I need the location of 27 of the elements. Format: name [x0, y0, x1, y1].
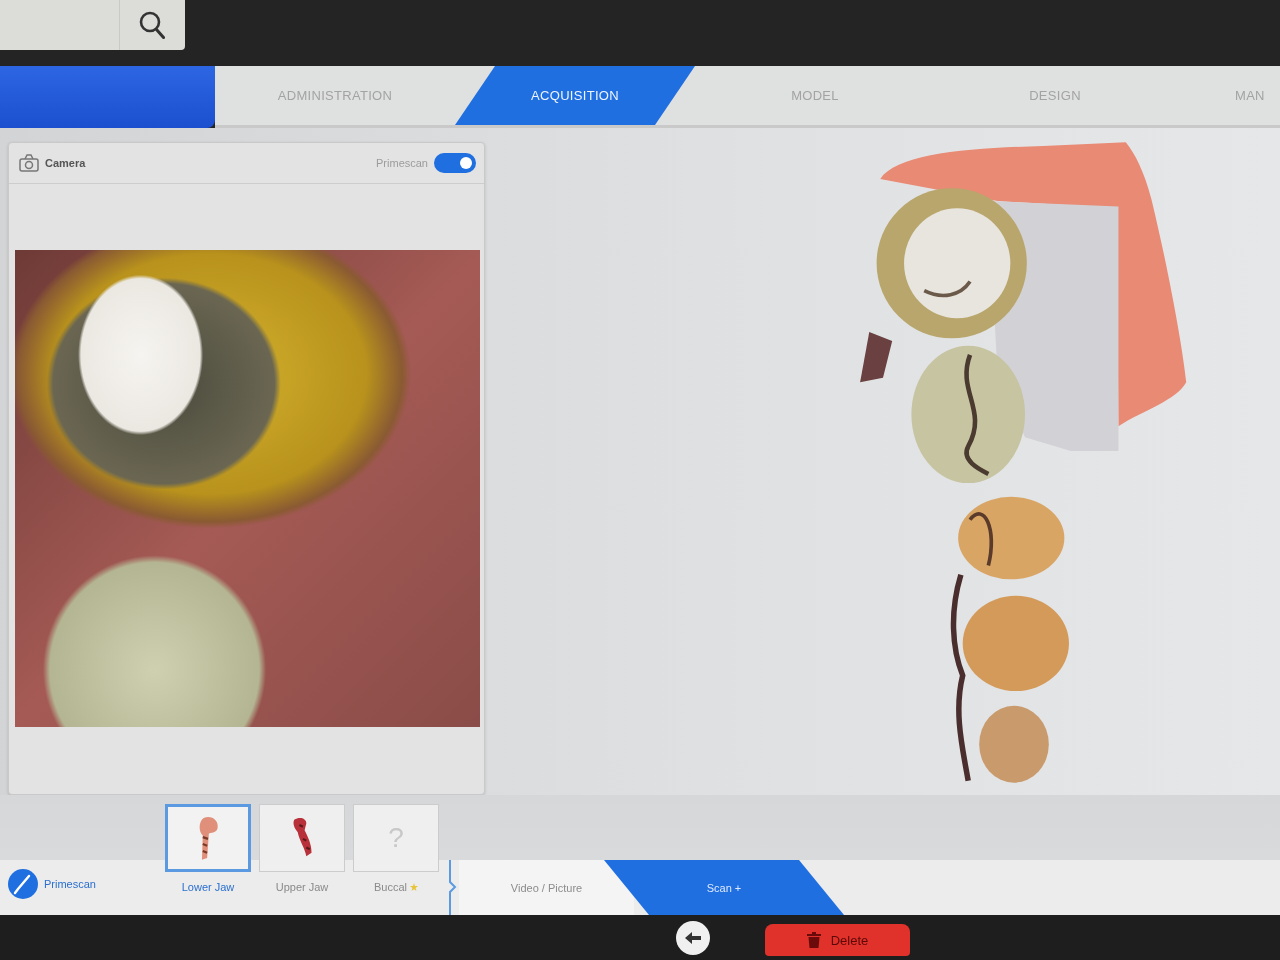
- arrow-left-icon: [685, 932, 701, 944]
- toggle-label: Primescan: [376, 157, 428, 169]
- stage-tab[interactable]: DESIGN: [935, 66, 1175, 125]
- camera-icon: [19, 154, 39, 172]
- search-field[interactable]: [0, 0, 120, 50]
- scan-thumbnail[interactable]: [259, 804, 345, 872]
- stage-tab[interactable]: MAN: [1175, 66, 1280, 125]
- stage-tab[interactable]: ADMINISTRATION: [215, 66, 455, 125]
- toggle-switch[interactable]: [434, 153, 476, 173]
- back-button[interactable]: [676, 921, 710, 955]
- search-button[interactable]: [120, 0, 185, 50]
- mode-tab[interactable]: Video / Picture: [459, 860, 634, 915]
- panel-title: Camera: [45, 157, 86, 169]
- bracket-divider: [449, 860, 459, 915]
- search-icon: [139, 11, 165, 39]
- delete-button[interactable]: Delete: [765, 924, 910, 956]
- scan-label: Buccal: [374, 881, 407, 893]
- mode-tab[interactable]: Scan +: [604, 860, 844, 915]
- scan-label: Lower Jaw: [181, 881, 235, 893]
- scanner-label: Primescan: [44, 877, 96, 890]
- stage-tab[interactable]: MODEL: [695, 66, 935, 125]
- pen-icon: [8, 868, 38, 899]
- scan-thumbnail[interactable]: ?: [353, 804, 439, 872]
- trash-icon: [806, 932, 821, 948]
- stage-tab[interactable]: ACQUISITION: [455, 66, 695, 125]
- scan-label: Upper Jaw: [275, 881, 329, 893]
- scan-thumbnail[interactable]: [165, 804, 251, 872]
